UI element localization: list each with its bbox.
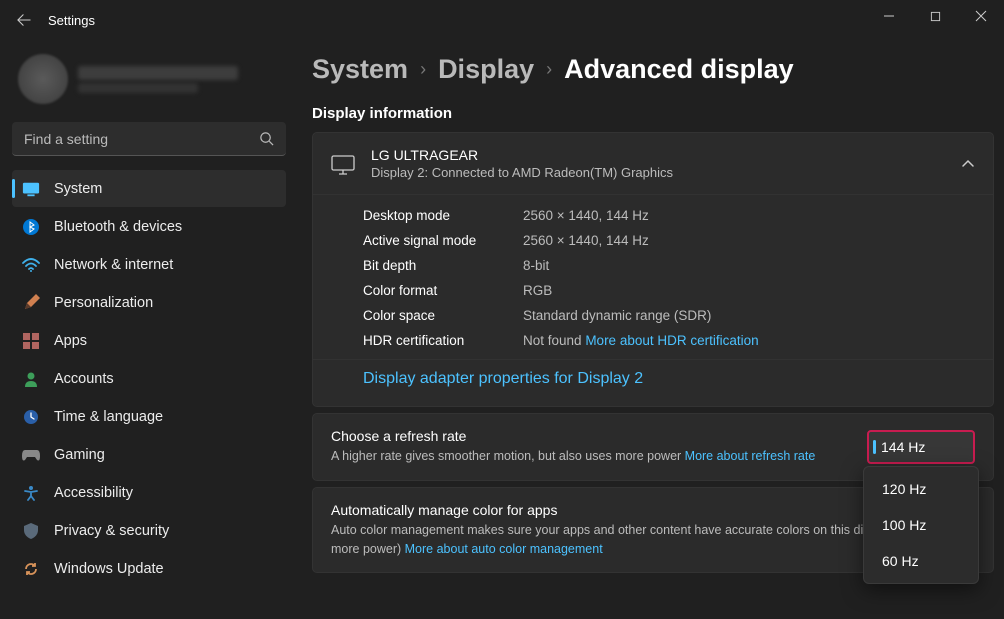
nav-bluetooth[interactable]: Bluetooth & devices xyxy=(12,208,286,245)
display-info-card: LG ULTRAGEAR Display 2: Connected to AMD… xyxy=(312,132,994,407)
nav-update[interactable]: Windows Update xyxy=(12,550,286,587)
nav-label: Time & language xyxy=(54,409,163,425)
refresh-dropdown-shell: 144 Hz 120 Hz 100 Hz 60 Hz xyxy=(867,430,975,464)
maximize-button[interactable] xyxy=(912,0,958,32)
privacy-icon xyxy=(22,522,40,540)
detail-bit-depth: Bit depth8-bit xyxy=(313,253,993,278)
nav-label: Network & internet xyxy=(54,257,173,273)
nav-label: Windows Update xyxy=(54,561,164,577)
nav-list: System Bluetooth & devices Network & int… xyxy=(12,170,286,587)
nav-label: Apps xyxy=(54,333,87,349)
minimize-icon xyxy=(883,10,895,22)
sidebar: System Bluetooth & devices Network & int… xyxy=(0,40,298,619)
update-icon xyxy=(22,560,40,578)
accounts-icon xyxy=(22,370,40,388)
refresh-selected-value: 144 Hz xyxy=(881,439,925,455)
profile-block[interactable] xyxy=(12,50,286,108)
display-sub: Display 2: Connected to AMD Radeon(TM) G… xyxy=(371,165,943,180)
bluetooth-icon xyxy=(22,218,40,236)
nav-privacy[interactable]: Privacy & security xyxy=(12,512,286,549)
close-icon xyxy=(975,10,987,22)
display-details: Desktop mode2560 × 1440, 144 Hz Active s… xyxy=(313,194,993,406)
nav-apps[interactable]: Apps xyxy=(12,322,286,359)
window-controls xyxy=(866,0,1004,32)
window-title: Settings xyxy=(48,13,95,28)
nav-network[interactable]: Network & internet xyxy=(12,246,286,283)
section-title: Display information xyxy=(312,105,994,122)
main-content: System › Display › Advanced display Disp… xyxy=(298,40,1004,619)
adapter-link-row: Display adapter properties for Display 2 xyxy=(313,359,993,398)
time-icon xyxy=(22,408,40,426)
network-icon xyxy=(22,256,40,274)
titlebar: Settings xyxy=(0,0,1004,40)
refresh-title: Choose a refresh rate xyxy=(331,428,849,444)
nav-label: Bluetooth & devices xyxy=(54,219,182,235)
close-button[interactable] xyxy=(958,0,1004,32)
back-button[interactable] xyxy=(10,6,38,34)
detail-hdr: HDR certificationNot found More about HD… xyxy=(313,328,993,353)
detail-color-space: Color spaceStandard dynamic range (SDR) xyxy=(313,303,993,328)
detail-desktop-mode: Desktop mode2560 × 1440, 144 Hz xyxy=(313,203,993,228)
breadcrumb-sep: › xyxy=(420,59,426,80)
refresh-rate-dropdown[interactable]: 144 Hz xyxy=(867,430,975,464)
refresh-desc: A higher rate gives smoother motion, but… xyxy=(331,447,849,466)
monitor-icon xyxy=(331,155,353,173)
display-name: LG ULTRAGEAR xyxy=(371,147,943,163)
nav-label: Accounts xyxy=(54,371,114,387)
nav-label: Privacy & security xyxy=(54,523,169,539)
refresh-option[interactable]: 60 Hz xyxy=(868,543,974,579)
personalization-icon xyxy=(22,294,40,312)
display-card-header[interactable]: LG ULTRAGEAR Display 2: Connected to AMD… xyxy=(313,133,993,194)
accessibility-icon xyxy=(22,484,40,502)
detail-color-format: Color formatRGB xyxy=(313,278,993,303)
minimize-button[interactable] xyxy=(866,0,912,32)
nav-label: Personalization xyxy=(54,295,153,311)
search-icon xyxy=(259,131,274,146)
search-box xyxy=(12,122,286,156)
maximize-icon xyxy=(930,11,941,22)
breadcrumb: System › Display › Advanced display xyxy=(312,54,994,85)
refresh-option[interactable]: 120 Hz xyxy=(868,471,974,507)
nav-system[interactable]: System xyxy=(12,170,286,207)
color-link[interactable]: More about auto color management xyxy=(405,542,603,556)
nav-accessibility[interactable]: Accessibility xyxy=(12,474,286,511)
profile-email-redacted xyxy=(78,83,198,93)
detail-active-signal: Active signal mode2560 × 1440, 144 Hz xyxy=(313,228,993,253)
apps-icon xyxy=(22,332,40,350)
refresh-option[interactable]: 100 Hz xyxy=(868,507,974,543)
nav-personalization[interactable]: Personalization xyxy=(12,284,286,321)
arrow-left-icon xyxy=(17,13,31,27)
nav-gaming[interactable]: Gaming xyxy=(12,436,286,473)
settings-window: Settings xyxy=(0,0,1004,619)
refresh-link[interactable]: More about refresh rate xyxy=(685,449,816,463)
breadcrumb-current: Advanced display xyxy=(564,54,794,85)
chevron-up-icon xyxy=(961,159,975,169)
search-input[interactable] xyxy=(12,122,286,156)
nav-label: Gaming xyxy=(54,447,105,463)
breadcrumb-system[interactable]: System xyxy=(312,54,408,85)
nav-label: Accessibility xyxy=(54,485,133,501)
nav-accounts[interactable]: Accounts xyxy=(12,360,286,397)
system-icon xyxy=(22,180,40,198)
avatar xyxy=(18,54,68,104)
refresh-dropdown-list: 120 Hz 100 Hz 60 Hz xyxy=(863,466,979,584)
nav-time[interactable]: Time & language xyxy=(12,398,286,435)
breadcrumb-sep: › xyxy=(546,59,552,80)
profile-info xyxy=(78,66,238,93)
refresh-rate-card: Choose a refresh rate A higher rate give… xyxy=(312,413,994,481)
adapter-properties-link[interactable]: Display adapter properties for Display 2 xyxy=(363,370,643,387)
breadcrumb-display[interactable]: Display xyxy=(438,54,534,85)
hdr-link[interactable]: More about HDR certification xyxy=(585,333,758,348)
profile-name-redacted xyxy=(78,66,238,80)
nav-label: System xyxy=(54,181,102,197)
gaming-icon xyxy=(22,446,40,464)
